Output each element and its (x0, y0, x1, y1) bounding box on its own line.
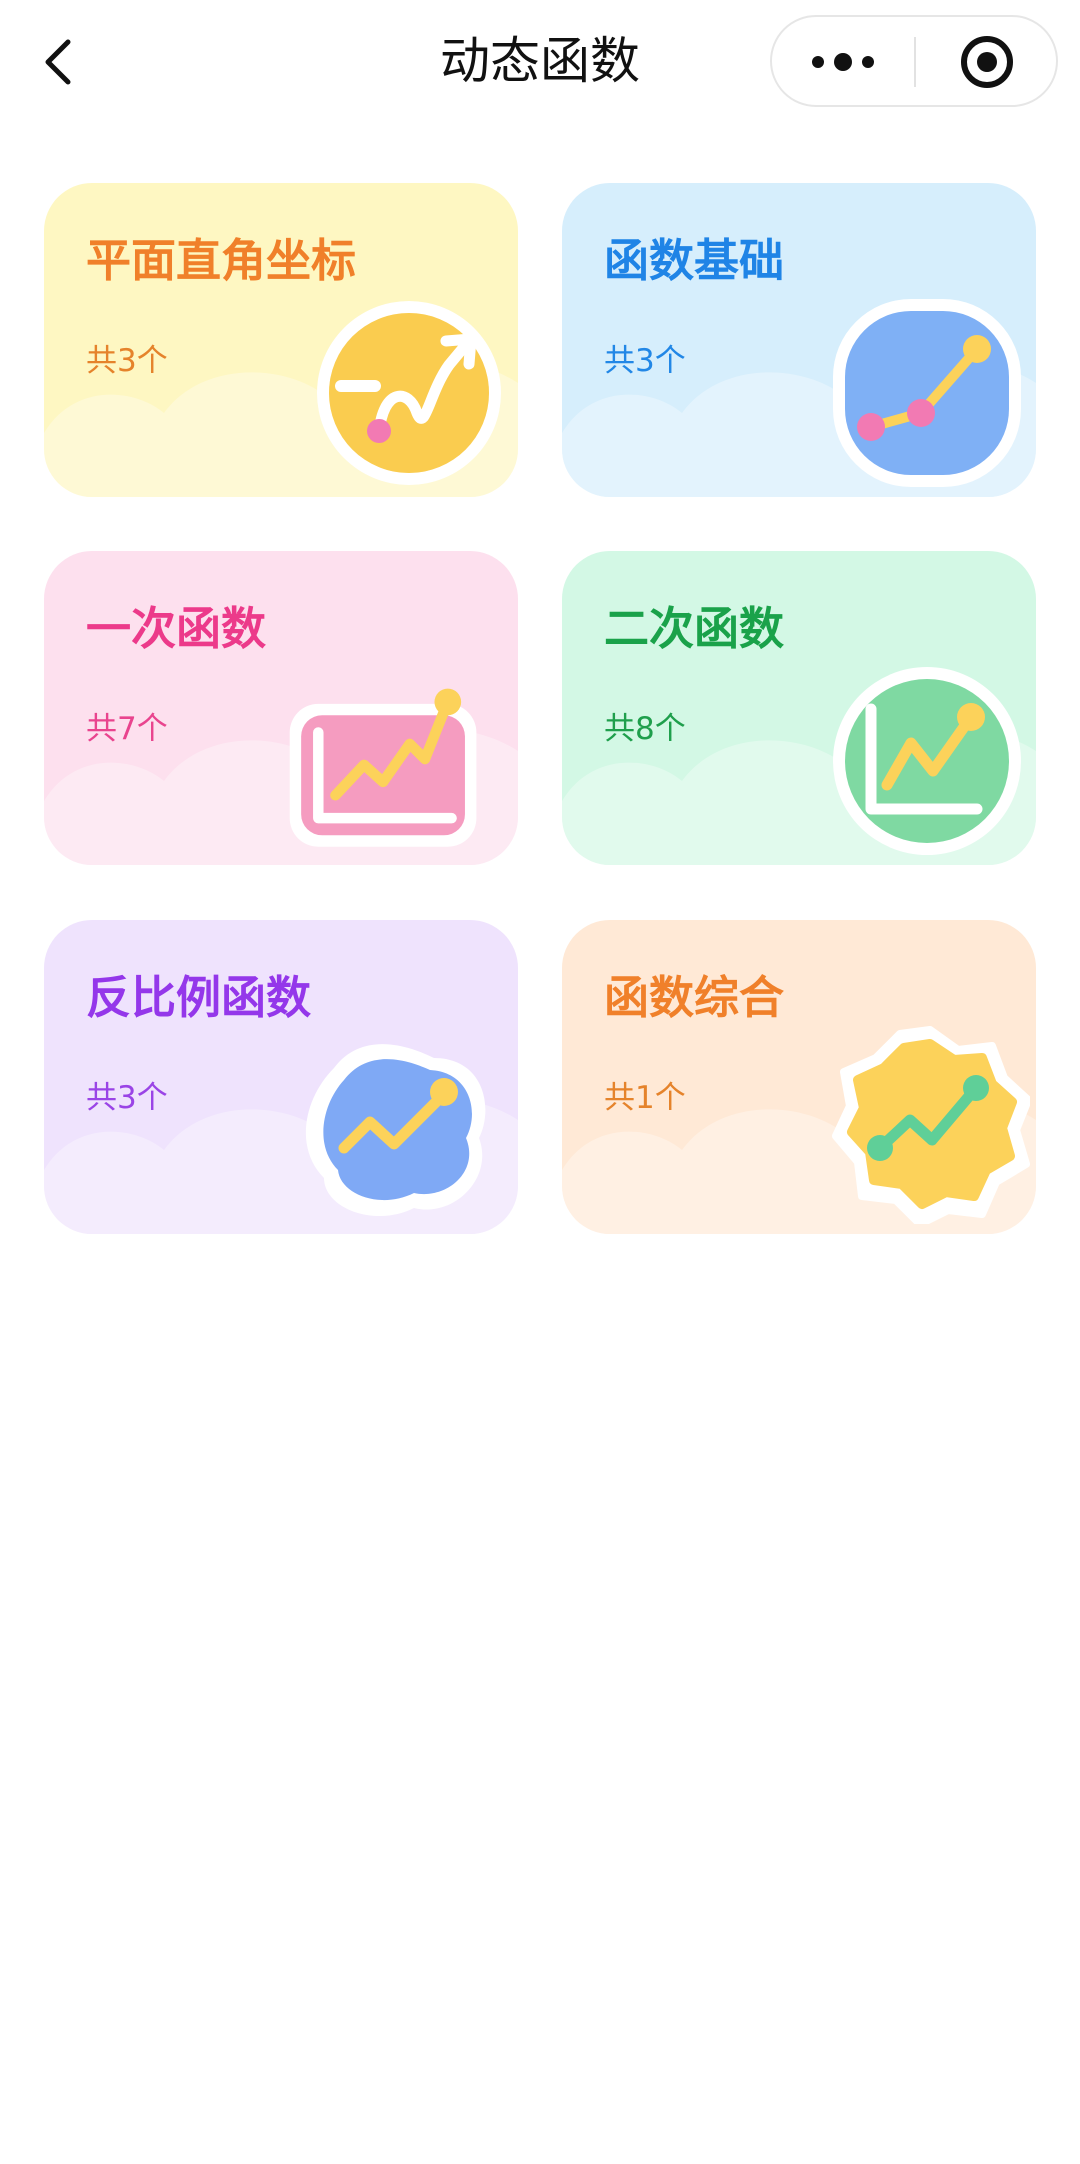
category-card[interactable]: 平面直角坐标 共3个 (44, 183, 518, 497)
category-card[interactable]: 一次函数 共7个 (44, 551, 518, 865)
close-button[interactable] (916, 17, 1058, 105)
more-button[interactable] (772, 17, 914, 105)
navigation-bar: 动态函数 (0, 0, 1080, 124)
category-card[interactable]: 函数综合 共1个 (562, 920, 1036, 1234)
chart-zigzag-icon (833, 667, 1021, 855)
card-count: 共3个 (604, 343, 686, 379)
card-title: 二次函数 (604, 602, 785, 655)
card-count: 共3个 (86, 343, 168, 379)
category-card[interactable]: 二次函数 共8个 (562, 551, 1036, 865)
card-title: 函数综合 (604, 971, 785, 1024)
chart-rising-icon (289, 688, 477, 847)
mini-program-capsule (770, 15, 1058, 107)
card-count: 共3个 (86, 1080, 168, 1116)
more-dots-icon (812, 53, 874, 71)
target-circle-icon (961, 36, 1013, 88)
curve-arrow-icon (317, 301, 501, 485)
card-title: 一次函数 (86, 602, 267, 655)
card-title: 反比例函数 (86, 971, 312, 1024)
card-title: 函数基础 (604, 234, 785, 287)
trend-badge-icon (832, 1026, 1030, 1224)
line-segment-icon (833, 299, 1021, 487)
card-count: 共8个 (604, 711, 686, 747)
card-title: 平面直角坐标 (86, 234, 357, 287)
card-count: 共7个 (86, 711, 168, 747)
trend-blob-icon (305, 1044, 486, 1217)
category-card[interactable]: 函数基础 共3个 (562, 183, 1036, 497)
card-count: 共1个 (604, 1080, 686, 1116)
category-card[interactable]: 反比例函数 共3个 (44, 920, 518, 1234)
